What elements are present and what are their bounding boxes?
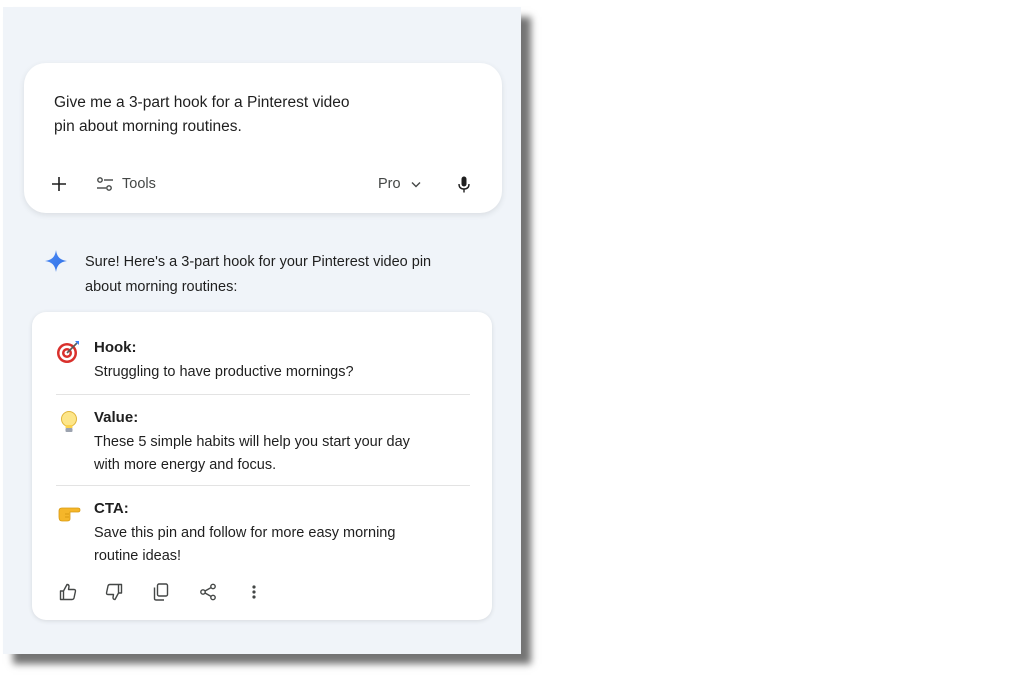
thumbs-up-icon: [59, 583, 77, 601]
section-body: Save this pin and follow for more easy m…: [94, 525, 396, 564]
section-title: Hook:: [94, 339, 137, 356]
model-selector[interactable]: Pro: [378, 173, 421, 195]
target-icon: [57, 341, 79, 363]
response-actions: [56, 580, 296, 604]
copy-icon: [153, 583, 169, 601]
tools-button[interactable]: Tools: [96, 173, 156, 195]
more-vert-icon: [252, 585, 256, 599]
share-icon: [200, 583, 216, 601]
chevron-down-icon: [411, 181, 421, 187]
divider: [56, 485, 470, 486]
response-card: Hook: Struggling to have productive morn…: [32, 312, 492, 620]
section-title: CTA:: [94, 500, 129, 517]
microphone-icon: [458, 176, 470, 192]
lightbulb-icon: [61, 411, 77, 432]
sliders-icon: [97, 177, 113, 191]
pointing-hand-icon: [58, 507, 81, 522]
section-title: Value:: [94, 409, 139, 426]
copy-button[interactable]: [149, 580, 173, 604]
add-button[interactable]: [46, 171, 72, 197]
share-button[interactable]: [196, 580, 220, 604]
more-options-button[interactable]: [242, 580, 266, 604]
chat-panel: Give me a 3-part hook for a Pinterest vi…: [3, 7, 521, 654]
model-label: Pro: [378, 176, 401, 192]
thumbs-up-button[interactable]: [56, 580, 80, 604]
prompt-toolbar: Tools Pro: [24, 163, 502, 203]
prompt-text[interactable]: Give me a 3-part hook for a Pinterest vi…: [54, 91, 354, 139]
gemini-sparkle-icon: [45, 250, 67, 272]
section-body: Struggling to have productive mornings?: [94, 364, 354, 380]
tools-label: Tools: [122, 176, 156, 192]
thumbs-down-icon: [105, 583, 123, 601]
section-body: These 5 simple habits will help you star…: [94, 434, 410, 473]
thumbs-down-button[interactable]: [102, 580, 126, 604]
microphone-button[interactable]: [452, 171, 476, 197]
plus-icon: [52, 177, 66, 191]
divider: [56, 394, 470, 395]
reply-intro: Sure! Here's a 3-part hook for your Pint…: [85, 254, 432, 295]
prompt-card[interactable]: Give me a 3-part hook for a Pinterest vi…: [24, 63, 502, 213]
